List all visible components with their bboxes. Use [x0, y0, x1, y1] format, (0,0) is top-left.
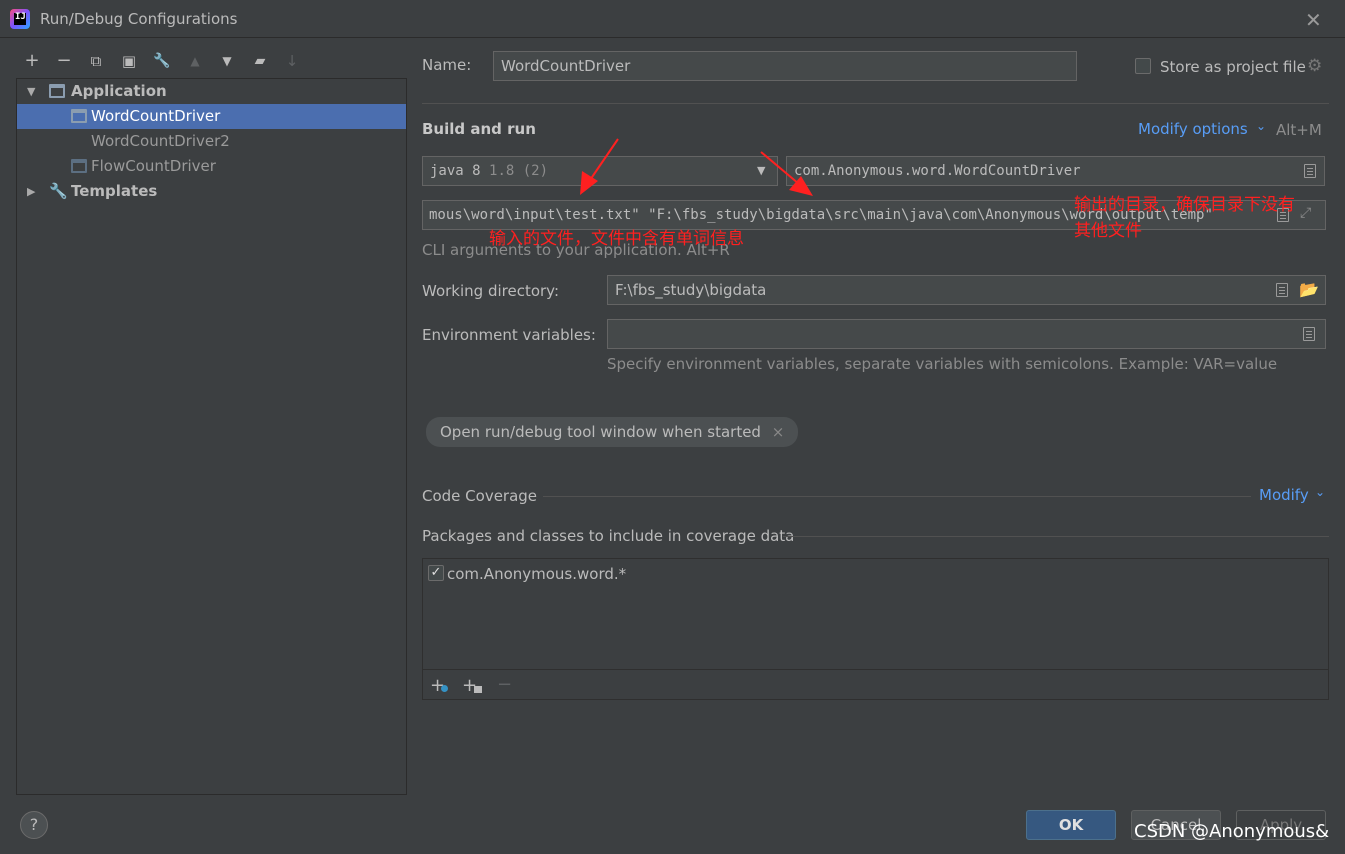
annotation-arrow-left	[580, 138, 619, 195]
edit-environment-icon[interactable]	[1303, 327, 1315, 341]
chevron-down-icon[interactable]: ⌄	[1315, 485, 1325, 499]
package-badge-icon	[441, 685, 448, 692]
browse-class-icon[interactable]	[1304, 164, 1316, 178]
save-configuration-button[interactable]: ▣	[118, 50, 140, 72]
code-coverage-heading: Code Coverage	[422, 487, 538, 505]
separator	[423, 669, 1328, 670]
environment-hint: Specify environment variables, separate …	[607, 355, 1278, 373]
wrench-icon: 🔧	[49, 182, 68, 200]
output-dir-annotation-line1: 输出的目录，确保目录下没有	[1074, 195, 1295, 215]
tree-item-label: WordCountDriver	[91, 107, 221, 125]
copy-configuration-button[interactable]: ⧉	[85, 50, 107, 72]
help-button[interactable]: ?	[20, 811, 48, 839]
tree-node-label: Templates	[71, 182, 158, 200]
application-config-icon	[71, 159, 87, 173]
jdk-value: java 8	[430, 163, 481, 179]
coverage-modify-link[interactable]: Modify	[1259, 486, 1309, 504]
tree-node-application[interactable]: ▼ Application	[17, 79, 406, 104]
edit-defaults-wrench-icon[interactable]: 🔧	[151, 50, 173, 72]
chevron-down-icon[interactable]: ⌄	[1256, 119, 1266, 133]
remove-configuration-button[interactable]: −	[53, 50, 75, 72]
maximize-icon[interactable]: ⤢	[1300, 205, 1311, 221]
modify-options-link[interactable]: Modify options	[1138, 120, 1248, 138]
package-checkbox[interactable]: ✓	[428, 565, 444, 581]
gear-icon[interactable]: ⚙	[1307, 56, 1322, 76]
move-up-button[interactable]: ▲	[184, 50, 206, 72]
intellij-logo-icon: IJ	[10, 9, 30, 29]
new-folder-button[interactable]: ▰	[249, 50, 271, 72]
tree-item-flowcountdriver[interactable]: FlowCountDriver	[17, 154, 406, 179]
build-and-run-heading: Build and run	[422, 120, 536, 138]
add-configuration-button[interactable]: +	[21, 50, 43, 72]
application-icon	[49, 84, 65, 98]
separator	[783, 536, 1329, 537]
window-title: Run/Debug Configurations	[40, 10, 238, 28]
separator	[543, 496, 1251, 497]
environment-variables-label: Environment variables:	[422, 326, 596, 344]
input-file-annotation: 输入的文件，文件中含有单词信息	[489, 229, 744, 249]
jdk-version: 1.8 (2)	[489, 163, 549, 179]
sort-configurations-button[interactable]: ↓	[281, 50, 303, 72]
application-config-icon	[71, 109, 87, 123]
separator	[422, 103, 1329, 104]
chevron-right-icon[interactable]: ▶	[27, 179, 35, 204]
configuration-tree: ▼ Application WordCountDriver WordCountD…	[16, 78, 407, 795]
output-dir-annotation-line2: 其他文件	[1074, 221, 1142, 241]
open-tool-window-chip[interactable]: Open run/debug tool window when started …	[426, 417, 799, 447]
tree-item-label: WordCountDriver2	[91, 132, 230, 150]
csdn-watermark: CSDN @Anonymous&	[1134, 821, 1330, 842]
packages-label: Packages and classes to include in cover…	[422, 527, 795, 545]
chevron-down-icon[interactable]: ▼	[27, 79, 35, 104]
tree-node-templates[interactable]: ▶ 🔧 Templates	[17, 179, 406, 204]
close-icon[interactable]: ×	[772, 423, 785, 441]
class-badge-icon	[474, 686, 482, 693]
annotation-arrow-right	[760, 151, 813, 196]
store-as-project-file-label: Store as project file	[1160, 58, 1306, 76]
ok-button[interactable]: OK	[1026, 810, 1116, 840]
package-item[interactable]: com.Anonymous.word.*	[447, 565, 626, 583]
tree-item-wordcountdriver[interactable]: WordCountDriver	[17, 104, 406, 129]
environment-variables-input[interactable]	[607, 319, 1326, 349]
modify-options-shortcut: Alt+M	[1276, 121, 1322, 139]
chip-label: Open run/debug tool window when started	[440, 423, 761, 441]
folder-icon[interactable]: 📂	[1299, 280, 1319, 299]
store-as-project-file-checkbox[interactable]	[1135, 58, 1151, 74]
working-directory-input[interactable]: F:\fbs_study\bigdata	[607, 275, 1326, 305]
close-icon[interactable]: ✕	[1305, 8, 1322, 32]
tree-item-wordcountdriver2[interactable]: WordCountDriver2	[17, 129, 406, 154]
tree-node-label: Application	[71, 82, 167, 100]
tree-item-label: FlowCountDriver	[91, 157, 216, 175]
main-class-input[interactable]: com.Anonymous.word.WordCountDriver	[786, 156, 1325, 186]
remove-package-icon[interactable]: −	[497, 674, 512, 695]
name-input[interactable]: WordCountDriver	[493, 51, 1077, 81]
move-down-button[interactable]: ▼	[216, 50, 238, 72]
working-directory-label: Working directory:	[422, 282, 560, 300]
name-label: Name:	[422, 56, 472, 74]
macro-icon[interactable]	[1276, 283, 1288, 297]
